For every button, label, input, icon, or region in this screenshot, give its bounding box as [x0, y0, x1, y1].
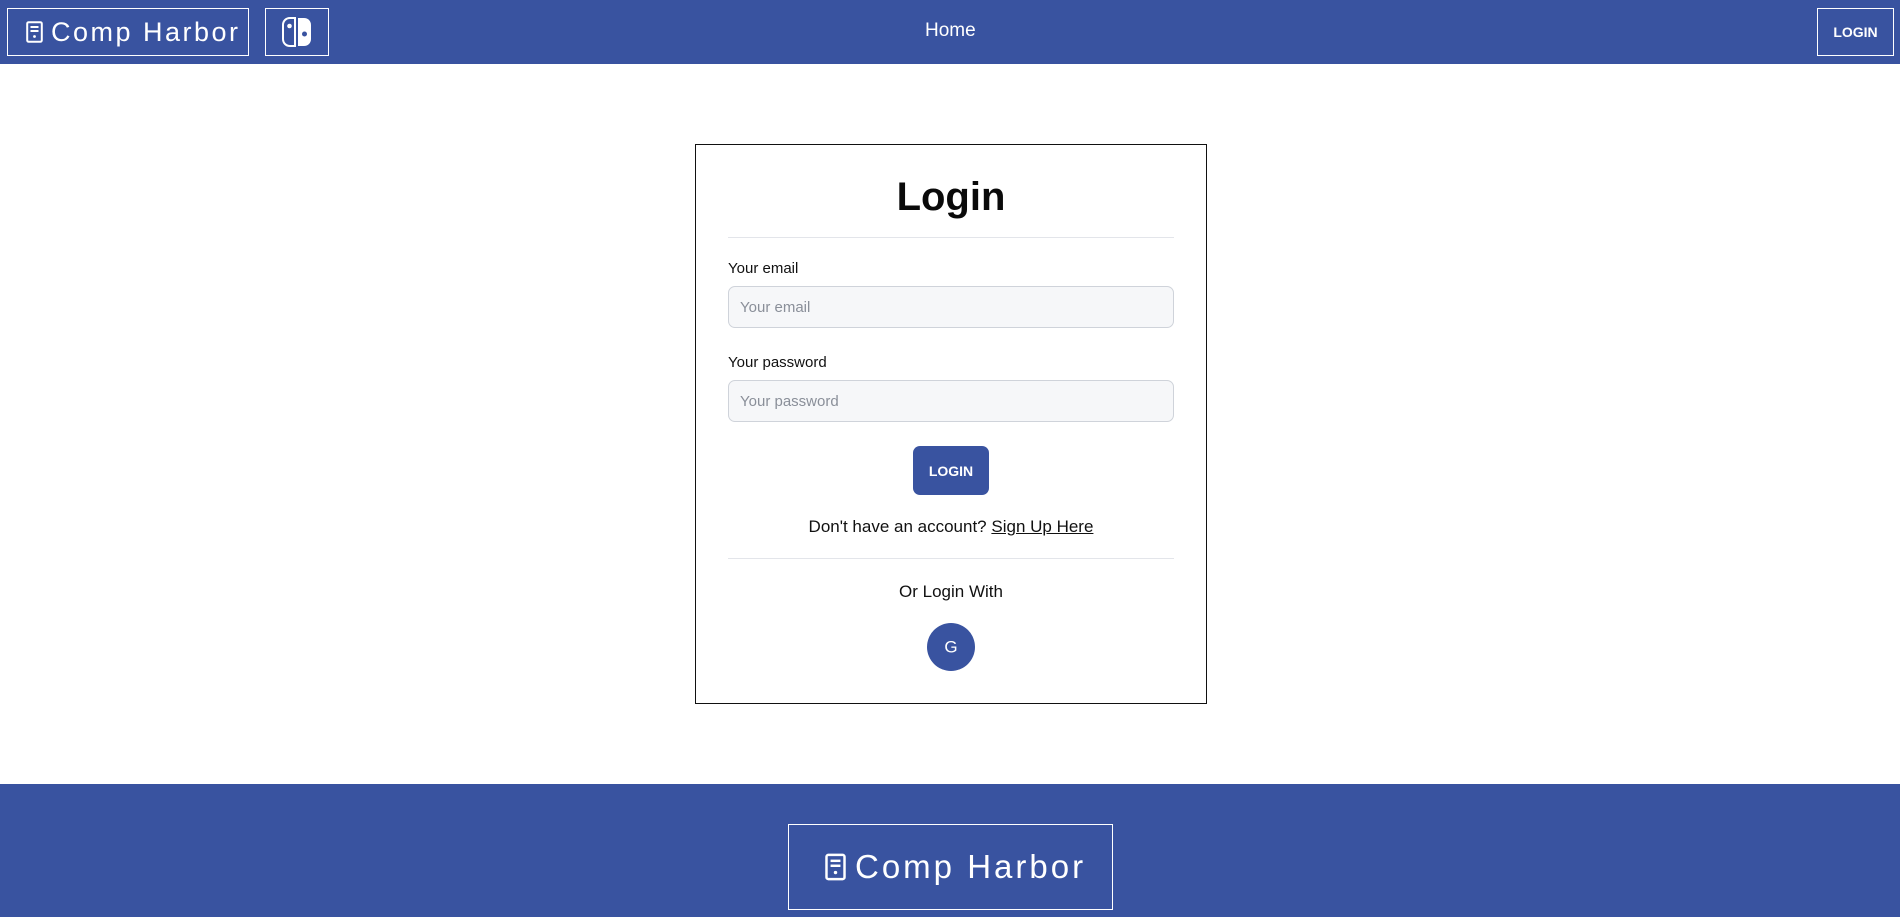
- password-field[interactable]: [728, 380, 1174, 422]
- computer-tower-icon: [825, 853, 846, 881]
- nav-login-button[interactable]: LOGIN: [1817, 8, 1894, 56]
- signup-link[interactable]: Sign Up Here: [991, 517, 1093, 536]
- footer: Comp Harbor: [0, 784, 1900, 917]
- signup-prompt-text: Don't have an account?: [808, 517, 987, 536]
- top-navbar: Comp Harbor Home LOGIN: [0, 0, 1900, 64]
- nintendo-switch-icon: [282, 17, 311, 47]
- login-submit-button[interactable]: LOGIN: [913, 446, 989, 495]
- email-field[interactable]: [728, 286, 1174, 328]
- alt-login-divider: [728, 558, 1174, 559]
- brand-logo-link[interactable]: Comp Harbor: [7, 8, 249, 56]
- nav-home-link[interactable]: Home: [925, 20, 976, 42]
- title-divider: [728, 237, 1174, 238]
- signup-prompt-line: Don't have an account? Sign Up Here: [696, 517, 1206, 537]
- alt-login-text: Or Login With: [899, 582, 1003, 601]
- computer-tower-icon: [26, 21, 43, 43]
- email-label: Your email: [728, 260, 799, 277]
- footer-brand-name: Comp Harbor: [855, 848, 1087, 885]
- google-icon: G: [944, 638, 957, 656]
- login-title: Login: [896, 175, 1006, 219]
- svg-text:G: G: [944, 638, 957, 656]
- password-label: Your password: [728, 354, 827, 371]
- login-card: Login Your email Your password LOGIN Don…: [695, 144, 1207, 704]
- footer-brand-logo: Comp Harbor: [788, 824, 1113, 910]
- switch-button[interactable]: [265, 8, 329, 56]
- google-login-button[interactable]: G: [927, 623, 975, 671]
- brand-name: Comp Harbor: [51, 16, 241, 47]
